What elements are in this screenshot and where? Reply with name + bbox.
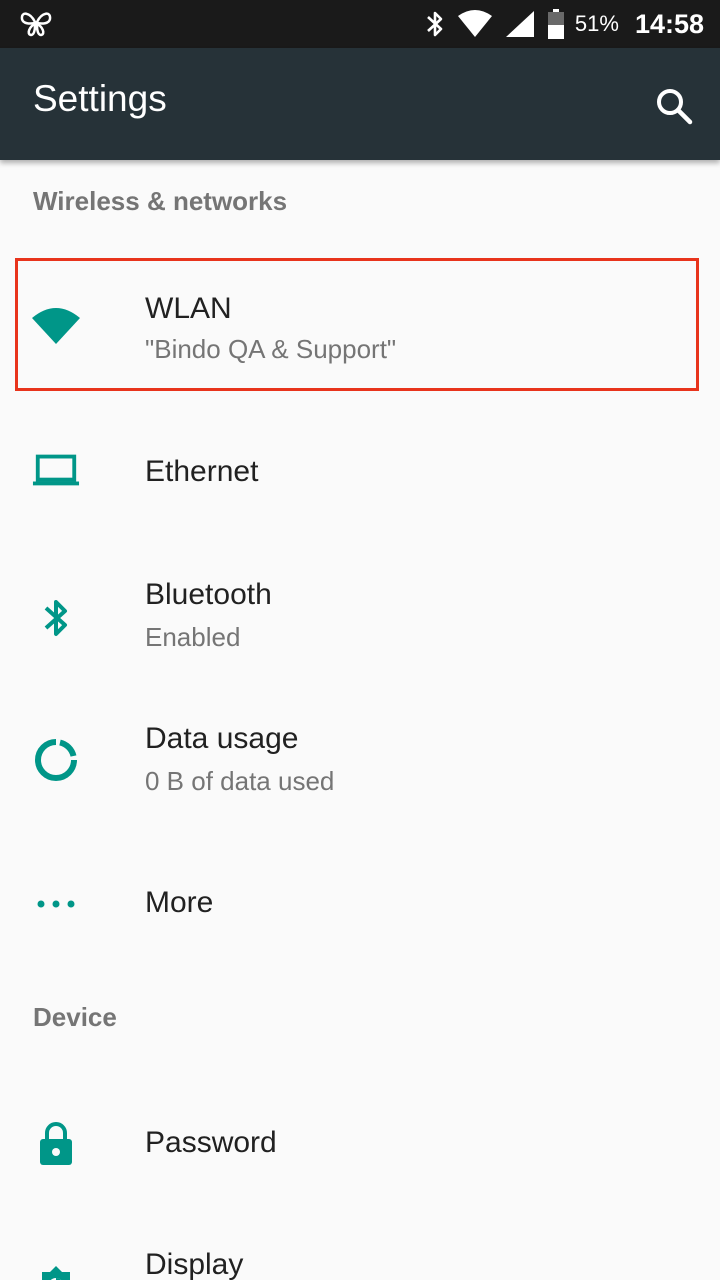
settings-item-more[interactable]: More — [0, 850, 720, 960]
butterfly-notification-icon — [20, 12, 52, 37]
bluetooth-icon — [32, 594, 80, 642]
laptop-icon — [32, 446, 80, 494]
settings-item-data-usage[interactable]: Data usage 0 B of data used — [0, 700, 720, 830]
search-icon — [657, 89, 693, 125]
highlight-box — [15, 258, 699, 391]
cell-signal-icon — [505, 11, 534, 37]
settings-item-title: Password — [145, 1126, 277, 1159]
lock-icon — [32, 1120, 80, 1168]
app-bar: Settings — [0, 48, 720, 160]
settings-item-display[interactable]: Display — [0, 1230, 720, 1280]
settings-item-password[interactable]: Password — [0, 1090, 720, 1200]
bluetooth-icon — [427, 11, 443, 37]
section-header-wireless: Wireless & networks — [33, 186, 288, 216]
settings-item-title: More — [145, 886, 214, 919]
settings-item-title: Bluetooth — [145, 578, 272, 611]
battery-percent: 51% — [574, 11, 619, 36]
data-usage-icon — [32, 736, 80, 784]
wifi-icon — [457, 10, 492, 37]
section-header-device: Device — [33, 1002, 117, 1032]
settings-item-title: Data usage — [145, 722, 299, 755]
search-button[interactable] — [646, 78, 702, 134]
brightness-icon — [32, 1262, 80, 1280]
more-dots-icon — [32, 880, 80, 928]
clock: 14:58 — [634, 8, 704, 39]
page-title: Settings — [33, 78, 167, 119]
settings-item-subtitle: Enabled — [145, 622, 241, 652]
battery-icon — [547, 9, 564, 39]
settings-list: Wireless & networks WLAN "Bindo QA & Sup… — [0, 160, 720, 1280]
settings-item-title: Display — [145, 1248, 244, 1280]
settings-item-title: Ethernet — [145, 455, 259, 488]
status-bar: 51% 14:58 — [0, 0, 720, 48]
settings-item-subtitle: 0 B of data used — [145, 766, 335, 796]
settings-item-bluetooth[interactable]: Bluetooth Enabled — [0, 550, 720, 680]
settings-item-ethernet[interactable]: Ethernet — [0, 410, 720, 530]
